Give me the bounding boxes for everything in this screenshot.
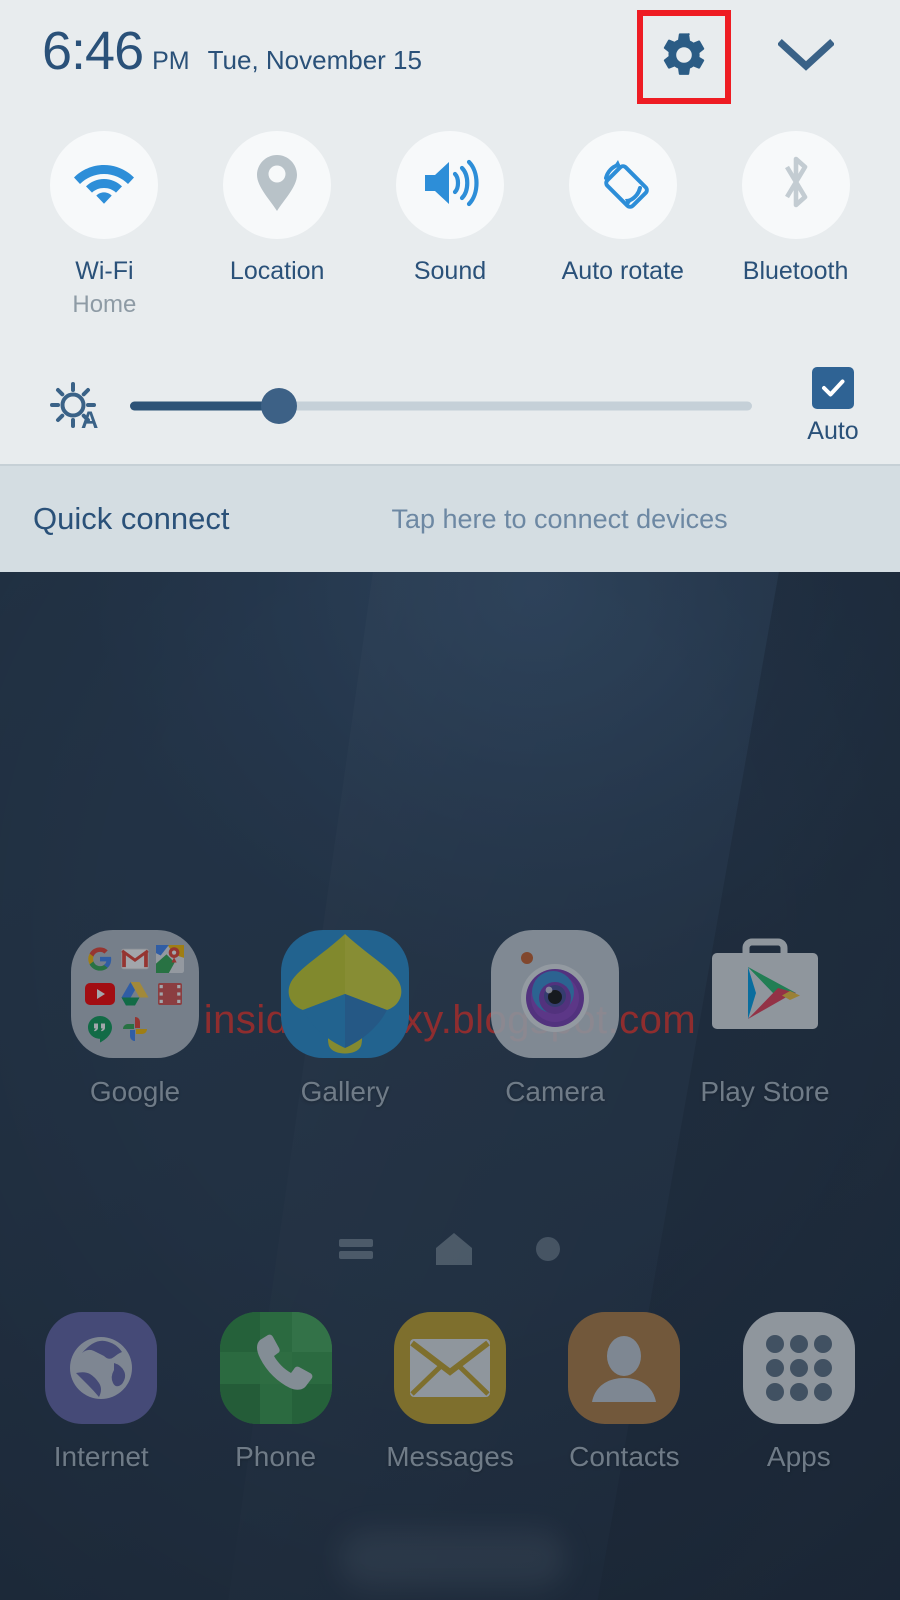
quick-connect-title: Quick connect bbox=[33, 501, 230, 536]
app-label: Gallery bbox=[300, 1076, 390, 1107]
brightness-slider-thumb[interactable] bbox=[261, 388, 298, 424]
brightness-row: A Auto bbox=[0, 348, 900, 464]
brightness-slider[interactable] bbox=[130, 386, 752, 426]
clock-ampm: PM bbox=[152, 47, 190, 75]
dock-item-internet[interactable]: Internet bbox=[14, 1312, 188, 1473]
internet-globe-icon[interactable] bbox=[45, 1312, 158, 1424]
camera-icon[interactable] bbox=[491, 930, 619, 1058]
gallery-icon[interactable] bbox=[281, 930, 409, 1058]
quick-toggle-sound[interactable]: Sound bbox=[364, 113, 537, 348]
clock-date: Tue, November 15 bbox=[207, 45, 422, 75]
app-label: Camera bbox=[505, 1076, 605, 1107]
dock-item-contacts[interactable]: Contacts bbox=[537, 1312, 711, 1473]
google-drive-icon bbox=[120, 979, 150, 1009]
quick-toggle-circle[interactable] bbox=[741, 131, 850, 239]
google-maps-icon bbox=[155, 944, 185, 974]
quick-toggle-circle[interactable] bbox=[50, 131, 159, 239]
settings-highlight-box bbox=[637, 10, 731, 104]
dock-label: Contacts bbox=[569, 1441, 680, 1472]
quick-toggle-circle[interactable] bbox=[568, 131, 677, 239]
app-label: Google bbox=[89, 1076, 181, 1107]
quick-toggle-sublabel: Home bbox=[72, 291, 137, 318]
quick-toggle-label: Location bbox=[229, 257, 325, 285]
quick-toggle-label: Auto rotate bbox=[561, 257, 684, 285]
home-screen-list-icon[interactable] bbox=[339, 1235, 373, 1263]
quick-toggle-wifi[interactable]: Wi-Fi Home bbox=[18, 113, 191, 348]
volume-icon bbox=[421, 157, 479, 214]
quick-toggle-label: Wi-Fi bbox=[75, 257, 134, 285]
home-screen-dot-icon[interactable] bbox=[535, 1236, 561, 1262]
home-dock: Internet Phone Messages Contacts Apps bbox=[0, 1312, 900, 1473]
auto-brightness-checkbox[interactable] bbox=[812, 366, 854, 409]
gmail-icon bbox=[120, 944, 150, 974]
bluetooth-icon bbox=[775, 153, 817, 218]
quick-toggle-label: Sound bbox=[413, 257, 487, 285]
brightness-slider-fill bbox=[130, 401, 280, 411]
clock-time: 6:46 bbox=[42, 21, 144, 81]
dock-label: Messages bbox=[386, 1441, 514, 1472]
dock-item-apps[interactable]: Apps bbox=[712, 1312, 886, 1473]
person-icon[interactable] bbox=[568, 1312, 681, 1424]
dock-label: Internet bbox=[53, 1441, 149, 1472]
quick-connect-bar[interactable]: Quick connect Tap here to connect device… bbox=[0, 464, 900, 572]
app-item-google[interactable]: Google bbox=[30, 930, 240, 1108]
quick-toggle-auto-rotate[interactable]: Auto rotate bbox=[536, 113, 709, 348]
auto-brightness-toggle[interactable]: Auto bbox=[766, 366, 900, 446]
app-label: Play Store bbox=[700, 1076, 830, 1107]
hangouts-icon bbox=[85, 1014, 115, 1044]
auto-brightness-label: Auto bbox=[807, 416, 859, 445]
folder-empty-slot bbox=[155, 1014, 185, 1044]
chevron-down-icon bbox=[777, 38, 835, 77]
play-store-icon[interactable] bbox=[701, 930, 829, 1058]
quick-settings-panel: 6:46 PM Tue, November 15 Wi-Fi Home Loca… bbox=[0, 0, 900, 572]
apps-grid-icon[interactable] bbox=[742, 1312, 855, 1424]
home-screen-house-icon[interactable] bbox=[435, 1232, 473, 1266]
home-page-indicator bbox=[0, 1227, 900, 1271]
home-screen: inside-galaxy.blogspot.com Google Galler… bbox=[0, 572, 900, 1600]
quick-toggles-row: Wi-Fi Home Location Sound Auto rotate Bl… bbox=[0, 113, 900, 348]
google-folder-icon[interactable] bbox=[71, 930, 199, 1058]
phone-screen: inside-galaxy.blogspot.com Google Galler… bbox=[0, 0, 900, 1600]
dock-label: Apps bbox=[766, 1441, 831, 1472]
wifi-icon bbox=[73, 159, 135, 212]
phone-handset-icon[interactable] bbox=[219, 1312, 332, 1424]
google-play-movies-icon bbox=[155, 979, 185, 1009]
google-search-icon bbox=[85, 944, 115, 974]
location-pin-icon bbox=[254, 153, 300, 218]
app-item-camera[interactable]: Camera bbox=[450, 930, 660, 1108]
svg-text:A: A bbox=[81, 407, 98, 434]
dock-item-phone[interactable]: Phone bbox=[188, 1312, 362, 1473]
clock-block: 6:46 PM Tue, November 15 bbox=[42, 24, 422, 78]
settings-button[interactable] bbox=[643, 16, 725, 98]
quick-toggle-circle[interactable] bbox=[395, 131, 504, 239]
quick-toggle-location[interactable]: Location bbox=[191, 113, 364, 348]
auto-rotate-icon bbox=[592, 152, 654, 219]
youtube-icon bbox=[85, 979, 115, 1009]
google-photos-icon bbox=[120, 1014, 150, 1044]
quick-toggle-bluetooth[interactable]: Bluetooth bbox=[709, 113, 882, 348]
quick-toggle-circle[interactable] bbox=[223, 131, 332, 239]
collapse-panel-button[interactable] bbox=[767, 28, 845, 86]
brightness-auto-icon[interactable]: A bbox=[32, 378, 120, 434]
quick-connect-hint: Tap here to connect devices bbox=[391, 503, 728, 534]
bottom-soft-glow bbox=[340, 1530, 566, 1588]
envelope-icon[interactable] bbox=[394, 1312, 507, 1424]
app-item-play-store[interactable]: Play Store bbox=[660, 930, 870, 1108]
dock-item-messages[interactable]: Messages bbox=[363, 1312, 537, 1473]
home-app-row: Google Gallery Camera Play Store bbox=[0, 930, 900, 1108]
status-row: 6:46 PM Tue, November 15 bbox=[0, 0, 900, 113]
dock-label: Phone bbox=[235, 1441, 317, 1472]
gear-icon bbox=[658, 29, 710, 86]
quick-toggle-label: Bluetooth bbox=[742, 257, 849, 285]
app-item-gallery[interactable]: Gallery bbox=[240, 930, 450, 1108]
